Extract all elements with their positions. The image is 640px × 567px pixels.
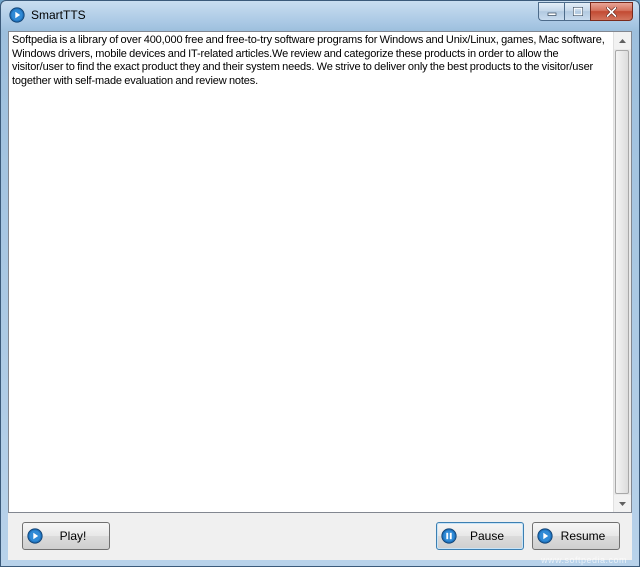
- close-button[interactable]: [590, 2, 633, 21]
- vertical-scrollbar[interactable]: [613, 32, 631, 512]
- speech-text[interactable]: Softpedia is a library of over 400,000 f…: [12, 34, 612, 88]
- play-button-label: Play!: [59, 529, 87, 543]
- resume-button-label: Resume: [560, 529, 606, 543]
- play-circle-icon: [27, 528, 43, 544]
- pause-button[interactable]: Pause: [436, 522, 524, 550]
- minimize-icon: [547, 12, 556, 16]
- minimize-button[interactable]: [538, 2, 564, 21]
- play-button[interactable]: Play!: [22, 522, 110, 550]
- title-bar[interactable]: SmartTTS: [1, 1, 639, 31]
- close-icon: [606, 6, 617, 17]
- scroll-down-arrow-icon: [619, 501, 626, 506]
- pause-button-label: Pause: [469, 529, 505, 543]
- resume-button[interactable]: Resume: [532, 522, 620, 550]
- app-play-icon: [9, 7, 25, 23]
- client-area: Softpedia is a library of over 400,000 f…: [8, 31, 632, 560]
- window-title: SmartTTS: [31, 8, 86, 22]
- scroll-up-button[interactable]: [614, 32, 631, 49]
- caption-buttons: [538, 2, 633, 21]
- maximize-icon: [572, 7, 583, 16]
- pause-circle-icon: [441, 528, 457, 544]
- maximize-button[interactable]: [564, 2, 590, 21]
- text-input-area[interactable]: Softpedia is a library of over 400,000 f…: [8, 31, 632, 513]
- scroll-thumb[interactable]: [615, 50, 629, 494]
- scroll-up-arrow-icon: [619, 38, 626, 43]
- scroll-down-button[interactable]: [614, 495, 631, 512]
- main-window: SmartTTS Softpedia is a library of over …: [0, 0, 640, 567]
- resume-play-icon: [537, 528, 553, 544]
- watermark: www.softpedia.com: [540, 555, 627, 565]
